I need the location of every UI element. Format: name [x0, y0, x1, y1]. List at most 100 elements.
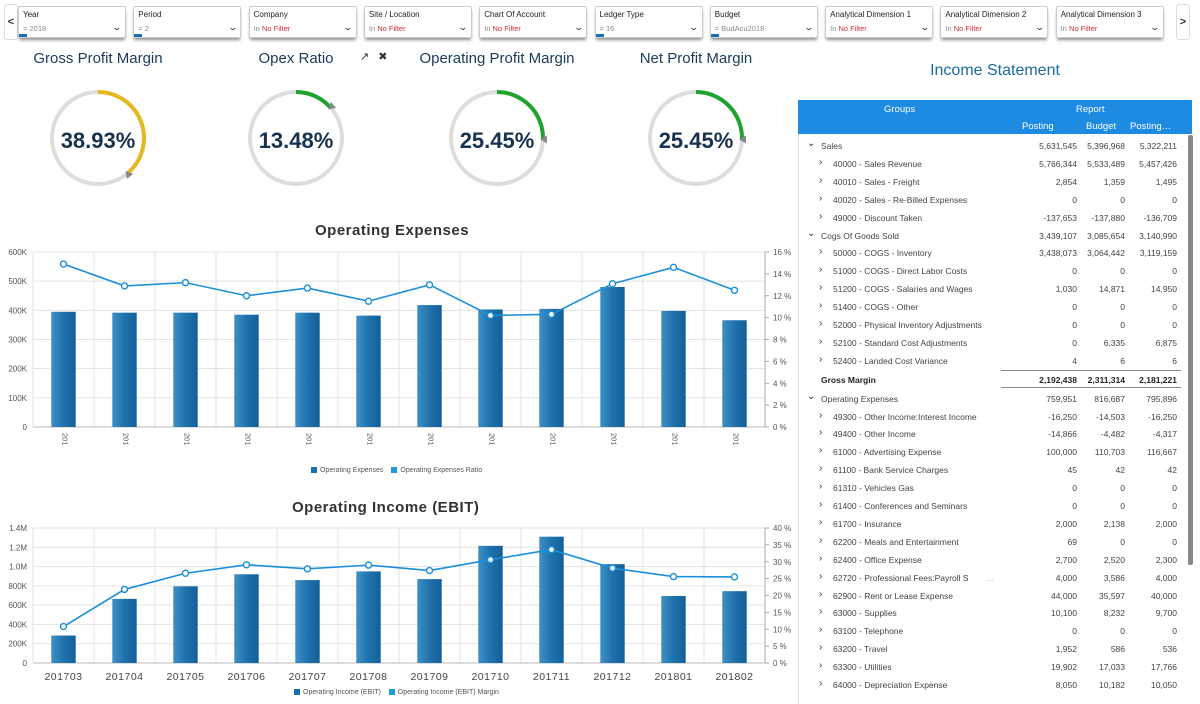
table-row[interactable]: › 52100 - Standard Cost Adjustments 0 6,335… [799, 334, 1181, 352]
table-row[interactable]: › 61000 - Advertising Expense 100,000 110,7… [799, 443, 1181, 461]
table-row[interactable]: › 62200 - Meals and Entertainment 69 0 0 [799, 533, 1181, 551]
chevron-down-icon[interactable]: ⌄ [458, 22, 469, 33]
header-col-posting-prev[interactable]: Posting… [1130, 121, 1171, 132]
filter-scroll-right-button[interactable]: > [1176, 4, 1190, 40]
table-row[interactable]: › 61400 - Conferences and Seminars 0 0 0 [799, 497, 1181, 515]
table-row[interactable]: › 51400 - COGS - Other 0 0 0 [799, 298, 1181, 316]
chevron-right-icon[interactable]: › [819, 517, 822, 528]
chevron-down-icon[interactable]: ⌄ [807, 138, 815, 149]
chevron-right-icon[interactable]: › [819, 318, 822, 329]
chevron-right-icon[interactable]: › [819, 211, 822, 222]
chevron-right-icon[interactable]: › [819, 553, 822, 564]
chevron-right-icon[interactable]: › [819, 606, 822, 617]
chevron-right-icon[interactable]: › [819, 193, 822, 204]
header-report[interactable]: Report [1076, 104, 1105, 115]
bar [722, 591, 747, 663]
header-col-posting[interactable]: Posting [1022, 121, 1054, 132]
chevron-down-icon[interactable]: ⌄ [1034, 22, 1045, 33]
chevron-right-icon[interactable]: › [819, 660, 822, 671]
chevron-right-icon[interactable]: › [819, 589, 822, 600]
chevron-right-icon[interactable]: › [819, 624, 822, 635]
table-row[interactable]: › 62720 - Professional Fees:Payroll S... 4… [799, 569, 1181, 587]
chevron-right-icon[interactable]: › [819, 336, 822, 347]
table-row[interactable]: › 63000 - Supplies 10,100 8,232 9,700 [799, 604, 1181, 622]
chevron-down-icon[interactable]: ⌄ [807, 391, 815, 402]
table-row[interactable]: › 50000 - COGS - Inventory 3,438,073 3,064,… [799, 244, 1181, 262]
chevron-right-icon[interactable]: › [819, 678, 822, 689]
table-row[interactable]: › 61700 - Insurance 2,000 2,138 2,000 [799, 515, 1181, 533]
filter-site-location[interactable]: Site / Location In No Filter ⌄ [363, 6, 472, 38]
table-row[interactable]: › 49300 - Other Income:Interest Income -16… [799, 408, 1181, 426]
filter-budget[interactable]: Budget = BudAcu2018 ⌄ [709, 6, 818, 38]
chevron-down-icon[interactable]: ⌄ [919, 22, 930, 33]
table-row[interactable]: ⌄ Cogs Of Goods Sold 3,439,107 3,085,654 3,1… [799, 227, 1181, 245]
table-row[interactable]: › 40000 - Sales Revenue 5,766,344 5,533,489… [799, 155, 1181, 173]
chevron-right-icon[interactable]: › [819, 246, 822, 257]
chevron-right-icon[interactable]: › [819, 300, 822, 311]
table-row[interactable]: › 49000 - Discount Taken -137,653 -137,880-… [799, 209, 1181, 227]
chevron-right-icon[interactable]: › [819, 282, 822, 293]
legend-label[interactable]: Operating Expenses [320, 467, 383, 474]
filter-analytical-dimension-1[interactable]: Analytical Dimension 1 In No Filter ⌄ [825, 6, 934, 38]
legend-label[interactable]: Operating Income (EBIT) [303, 689, 381, 696]
table-row[interactable]: Gross Margin 2,192,438 2,311,314 2,181,221 [821, 369, 1181, 388]
legend-label[interactable]: Operating Income (EBIT) Margin [398, 689, 499, 696]
filter-chart-of-account[interactable]: Chart Of Account In No Filter ⌄ [479, 6, 588, 38]
chevron-right-icon[interactable]: › [819, 354, 822, 365]
chevron-right-icon[interactable]: › [819, 445, 822, 456]
chevron-right-icon[interactable]: › [819, 481, 822, 492]
table-row[interactable]: › 62900 - Rent or Lease Expense 44,000 35,5… [799, 587, 1181, 605]
table-row[interactable]: › 63300 - Utilities 19,902 17,033 17,766 [799, 658, 1181, 676]
chevron-down-icon[interactable]: ⌄ [807, 228, 815, 239]
chevron-right-icon[interactable]: › [819, 535, 822, 546]
table-row[interactable]: › 62400 - Office Expense 2,700 2,520 2,300 [799, 551, 1181, 569]
chevron-down-icon[interactable]: ⌄ [804, 22, 815, 33]
cell-value: 35,597 [1099, 590, 1125, 601]
chevron-right-icon[interactable]: › [819, 463, 822, 474]
table-row[interactable]: › 52400 - Landed Cost Variance 4 6 6 [799, 352, 1181, 370]
table-scrollbar[interactable] [1188, 135, 1193, 565]
expand-icon[interactable]: ✖ [378, 51, 387, 63]
table-row[interactable]: › 51000 - COGS - Direct Labor Costs 0 0 0 [799, 262, 1181, 280]
line-point [181, 278, 190, 287]
chevron-right-icon[interactable]: › [819, 264, 822, 275]
filter-scroll-left-button[interactable]: < [4, 4, 18, 40]
table-row[interactable]: › 51200 - COGS - Salaries and Wages 1,030 1… [799, 280, 1181, 298]
header-col-budget[interactable]: Budget [1086, 121, 1116, 132]
legend-label[interactable]: Operating Expenses Ratio [400, 467, 482, 474]
filter-analytical-dimension-2[interactable]: Analytical Dimension 2 In No Filter ⌄ [940, 6, 1049, 38]
filter-period[interactable]: Period = 2 ⌄ [133, 6, 242, 38]
chevron-right-icon[interactable]: › [819, 175, 822, 186]
table-row[interactable]: › 63100 - Telephone 0 0 0 [799, 622, 1181, 640]
chevron-right-icon[interactable]: › [819, 410, 822, 421]
filter-ledger-type[interactable]: Ledger Type = 16 ⌄ [594, 6, 703, 38]
filter-label: Analytical Dimension 2 [945, 10, 1027, 19]
table-row[interactable]: › 40020 - Sales - Re-Billed Expenses 0 0 0 [799, 191, 1181, 209]
filter-year[interactable]: Year = 2018 ⌄ [18, 6, 126, 38]
table-row[interactable]: › 40010 - Sales - Freight 2,854 1,359 1,495 [799, 173, 1181, 191]
chevron-down-icon[interactable]: ⌄ [573, 22, 584, 33]
table-row[interactable]: › 61310 - Vehicles Gas 0 0 0 [799, 479, 1181, 497]
external-link-icon[interactable]: ↗ [360, 51, 369, 63]
chevron-down-icon[interactable]: ⌄ [343, 22, 354, 33]
chevron-right-icon[interactable]: › [819, 427, 822, 438]
filter-analytical-dimension-3[interactable]: Analytical Dimension 3 In No Filter ⌄ [1055, 6, 1164, 38]
table-row[interactable]: › 64000 - Depreciation Expense 8,050 10,182… [799, 676, 1181, 694]
table-row[interactable]: › 61100 - Bank Service Charges 45 42 42 [799, 461, 1181, 479]
chevron-right-icon[interactable]: › [819, 157, 822, 168]
header-groups[interactable]: Groups [884, 104, 915, 115]
filter-company[interactable]: Company In No Filter ⌄ [248, 6, 357, 38]
table-row[interactable]: ⌄ Sales 5,631,545 5,396,968 5,322,211 [799, 137, 1181, 155]
table-row[interactable]: › 52000 - Physical Inventory Adjustments 0… [799, 316, 1181, 334]
chevron-right-icon[interactable]: › [819, 499, 822, 510]
chevron-down-icon[interactable]: ⌄ [1150, 22, 1161, 33]
table-row[interactable]: ⌄ Operating Expenses 759,951 816,687 795,896 [799, 390, 1181, 408]
chevron-down-icon[interactable]: ⌄ [227, 22, 238, 33]
chevron-down-icon[interactable]: ⌄ [112, 22, 123, 33]
ebit-chart-title: Operating Income (EBIT) [292, 499, 480, 516]
chevron-right-icon[interactable]: › [819, 571, 822, 582]
table-row[interactable]: › 49400 - Other Income -14,866 -4,482 -4,317 [799, 425, 1181, 443]
chevron-right-icon[interactable]: › [819, 642, 822, 653]
table-row[interactable]: › 63200 - Travel 1,952 586 536 [799, 640, 1181, 658]
chevron-down-icon[interactable]: ⌄ [688, 22, 699, 33]
